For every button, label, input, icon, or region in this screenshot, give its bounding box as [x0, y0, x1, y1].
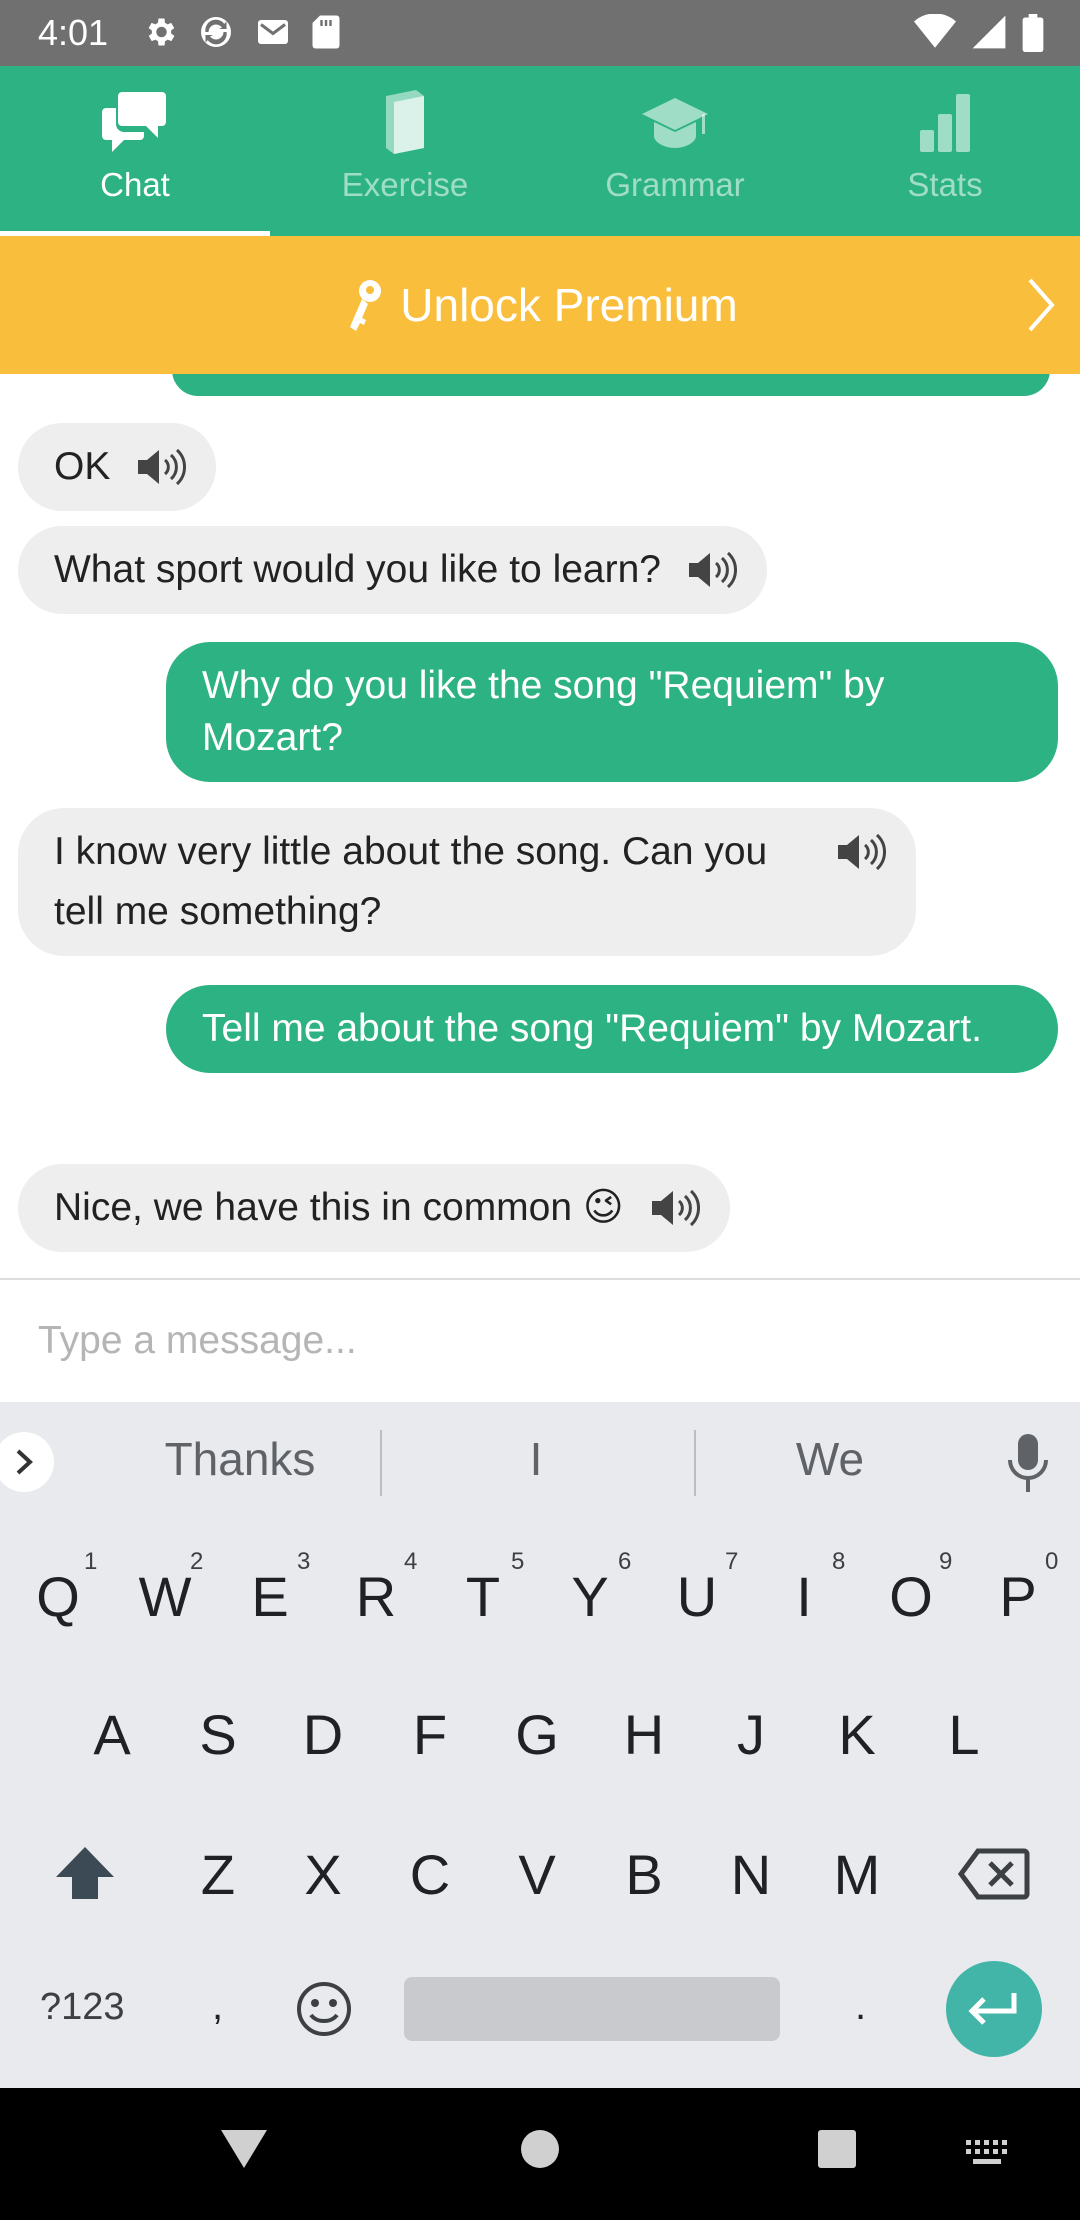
tab-label: Stats [907, 166, 983, 203]
message-input[interactable] [38, 1310, 1038, 1372]
key-b[interactable]: B [599, 1842, 689, 1907]
key-v[interactable]: V [492, 1842, 582, 1907]
tab-grammar[interactable]: Grammar [540, 66, 810, 236]
spacebar[interactable] [404, 1977, 780, 2041]
message-text: OK [54, 445, 111, 488]
key-icon [350, 280, 382, 331]
symbols-key[interactable]: ?123 [40, 1986, 125, 2029]
suggestion-i[interactable]: I [406, 1432, 666, 1486]
key-hint: 5 [511, 1548, 525, 1575]
suggestion-divider [694, 1430, 696, 1496]
key-f[interactable]: F [385, 1702, 475, 1767]
emoji-icon[interactable] [295, 1980, 353, 2038]
home-icon[interactable] [519, 2128, 561, 2170]
bot-message-bubble: What sport would you like to learn? [18, 526, 767, 614]
graduation-cap-icon [642, 98, 708, 148]
key-hint: 9 [939, 1548, 953, 1575]
premium-content: Unlock Premium [342, 277, 738, 333]
speaker-icon[interactable] [836, 832, 886, 872]
key-z[interactable]: Z [173, 1842, 263, 1907]
system-navigation-bar [0, 2088, 1080, 2220]
bot-message-bubble: I know very little about the song. Can y… [18, 808, 916, 956]
key-s[interactable]: S [173, 1702, 263, 1767]
chevron-right-icon [16, 1449, 33, 1475]
status-icons-left [142, 14, 342, 50]
bot-message-bubble: OK [18, 423, 217, 511]
message-text: I know very little about the song. Can y… [54, 830, 768, 933]
key-k[interactable]: K [812, 1702, 902, 1767]
tab-label: Exercise [341, 166, 469, 203]
key-hint: 3 [297, 1548, 311, 1575]
wifi-icon [914, 14, 956, 48]
keyboard: Q 1 W 2 E 3 R 4 T 5 Y 6 U 7 I 8 O 9 P 0 … [0, 1524, 1080, 2088]
key-l[interactable]: L [919, 1702, 1009, 1767]
speaker-icon[interactable] [687, 550, 737, 590]
tab-exercise[interactable]: Exercise [270, 66, 540, 236]
unlock-premium-label: Unlock Premium [400, 279, 738, 331]
key-x[interactable]: X [278, 1842, 368, 1907]
user-message-bubble: Why do you like the song "Requiem" by Mo… [166, 642, 1058, 782]
chat-icon [102, 92, 166, 152]
key-n[interactable]: N [706, 1842, 796, 1907]
message-text: What sport would you like to learn? [54, 548, 661, 591]
user-message-bubble-partial [172, 374, 1050, 396]
sync-icon [201, 17, 231, 47]
speaker-icon[interactable] [650, 1188, 700, 1228]
tab-label: Grammar [605, 166, 745, 203]
key-g[interactable]: G [492, 1702, 582, 1767]
key-h[interactable]: H [599, 1702, 689, 1767]
bar-chart-icon [920, 94, 970, 152]
key-hint: 6 [618, 1548, 632, 1575]
message-text: Tell me about the song "Requiem" by Moza… [202, 1007, 982, 1050]
key-a[interactable]: A [67, 1702, 157, 1767]
book-icon [386, 90, 424, 154]
unlock-premium-banner[interactable]: Unlock Premium [0, 236, 1080, 374]
microphone-icon[interactable] [1006, 1432, 1050, 1496]
tab-bar: Chat Exercise Grammar Stats [0, 66, 1080, 236]
enter-icon [968, 1993, 1017, 2025]
key-hint: 0 [1045, 1548, 1059, 1575]
key-c[interactable]: C [385, 1842, 475, 1907]
speaker-icon[interactable] [136, 447, 187, 487]
message-input-row [0, 1280, 1080, 1402]
chat-message-list[interactable]: OK What sport would you like to learn? W… [0, 374, 1080, 1278]
keyboard-switch-icon[interactable] [964, 2138, 1010, 2168]
back-icon[interactable] [219, 2126, 269, 2170]
key-hint: 7 [725, 1548, 739, 1575]
bot-message-bubble: Nice, we have this in common 😉 [18, 1164, 730, 1252]
status-time: 4:01 [38, 12, 109, 53]
suggestion-divider [380, 1430, 382, 1496]
gear-icon [148, 18, 175, 46]
mail-icon [258, 20, 288, 44]
tab-label: Chat [100, 166, 170, 203]
key-hint: 1 [84, 1548, 98, 1575]
status-bar: 4:01 [0, 0, 1080, 66]
suggestion-we[interactable]: We [700, 1432, 960, 1486]
sd-card-icon [312, 15, 340, 49]
key-hint: 4 [404, 1548, 418, 1575]
chevron-right-icon [1028, 278, 1055, 332]
signal-icon [972, 15, 1006, 49]
comma-key[interactable]: , [212, 1984, 223, 2029]
enter-key[interactable] [946, 1961, 1042, 2057]
period-key[interactable]: . [855, 1984, 866, 2029]
key-j[interactable]: J [706, 1702, 796, 1767]
keyboard-suggestion-bar: Thanks I We [0, 1402, 1080, 1524]
backspace-icon[interactable] [958, 1848, 1030, 1900]
key-hint: 2 [190, 1548, 204, 1575]
suggestions-expand-button[interactable] [0, 1432, 54, 1492]
status-icons-right [914, 14, 1044, 52]
tab-chat[interactable]: Chat [0, 66, 270, 236]
shift-icon[interactable] [54, 1845, 116, 1901]
key-m[interactable]: M [812, 1842, 902, 1907]
battery-icon [1022, 14, 1044, 52]
suggestion-thanks[interactable]: Thanks [110, 1432, 370, 1486]
recents-icon[interactable] [816, 2128, 858, 2170]
message-text: Why do you like the song "Requiem" by Mo… [202, 664, 885, 759]
key-d[interactable]: D [278, 1702, 368, 1767]
user-message-bubble: Tell me about the song "Requiem" by Moza… [166, 985, 1058, 1073]
message-text: Nice, we have this in common 😉 [54, 1186, 624, 1229]
key-hint: 8 [832, 1548, 846, 1575]
tab-stats[interactable]: Stats [810, 66, 1080, 236]
